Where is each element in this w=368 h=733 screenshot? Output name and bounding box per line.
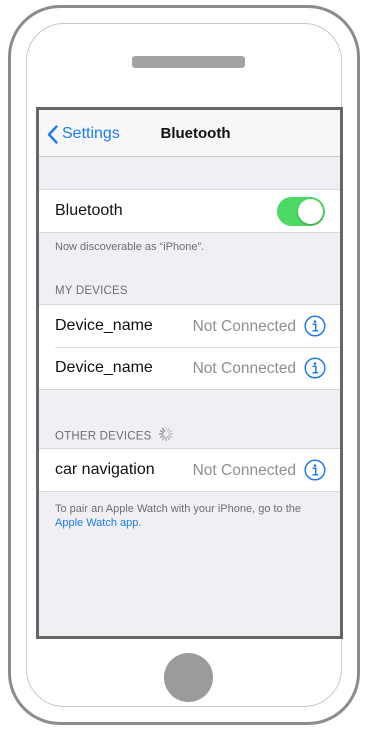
device-status: Not Connected — [192, 462, 296, 479]
bluetooth-toggle[interactable] — [277, 197, 325, 226]
note-text-end: . — [138, 517, 142, 529]
info-icon[interactable] — [304, 459, 326, 481]
page-title: Bluetooth — [160, 125, 231, 142]
info-icon[interactable] — [304, 357, 326, 379]
other-devices-header: OTHER DEVICES — [55, 426, 174, 445]
device-status: Not Connected — [192, 360, 296, 377]
discoverable-caption: Now discoverable as “iPhone”. — [55, 241, 205, 253]
device-status: Not Connected — [192, 318, 296, 335]
other-devices-list: car navigation Not Connected — [39, 448, 340, 492]
device-row[interactable]: Device_name Not Connected — [39, 305, 340, 347]
device-name: Device_name — [55, 359, 153, 376]
info-icon[interactable] — [304, 315, 326, 337]
spinner-icon — [158, 426, 174, 445]
bluetooth-toggle-row: Bluetooth — [39, 190, 340, 232]
toggle-knob — [298, 199, 323, 224]
apple-watch-app-link[interactable]: Apple Watch app — [55, 517, 138, 529]
apple-watch-note: To pair an Apple Watch with your iPhone,… — [55, 502, 322, 530]
device-row[interactable]: Device_name Not Connected — [39, 347, 340, 389]
navigation-bar: Settings Bluetooth — [39, 110, 340, 157]
bluetooth-toggle-group: Bluetooth — [39, 189, 340, 233]
device-row[interactable]: car navigation Not Connected — [39, 449, 340, 491]
device-name: Device_name — [55, 317, 153, 334]
device-name: car navigation — [55, 461, 155, 478]
home-button[interactable] — [164, 653, 213, 702]
my-devices-list: Device_name Not Connected Device_name No… — [39, 304, 340, 390]
speaker-grille — [132, 56, 245, 68]
bluetooth-label: Bluetooth — [55, 202, 123, 219]
note-text: To pair an Apple Watch with your iPhone,… — [55, 503, 302, 515]
my-devices-header: MY DEVICES — [55, 285, 128, 297]
bluetooth-settings-screen: Settings Bluetooth Bluetooth Now discove… — [36, 107, 343, 639]
other-devices-header-label: OTHER DEVICES — [55, 430, 152, 443]
